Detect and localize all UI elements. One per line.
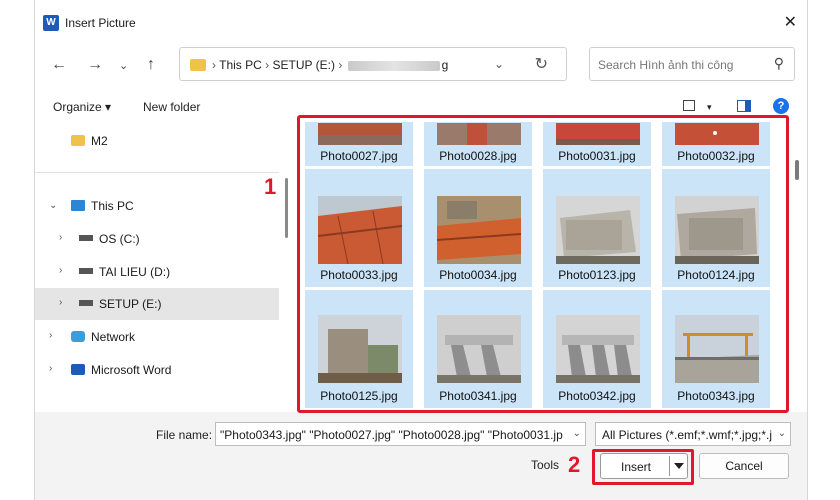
cancel-button[interactable]: Cancel xyxy=(699,453,789,479)
breadcrumb-tail: g xyxy=(441,58,449,72)
file-name-label: File name: xyxy=(156,428,213,442)
file-name-input[interactable]: "Photo0343.jpg" "Photo0027.jpg" "Photo00… xyxy=(215,422,586,446)
view-dropdown-icon[interactable]: ▾ xyxy=(707,102,712,113)
sidebar-item-tai-lieu-d[interactable]: › TAI LIEU (D:) xyxy=(35,256,279,288)
sidebar-item-microsoft-word[interactable]: › Microsoft Word xyxy=(35,354,279,386)
sidebar-item-label: Network xyxy=(91,330,136,344)
drive-icon xyxy=(79,235,93,241)
search-placeholder: Search Hình ảnh thi công xyxy=(598,58,734,72)
search-box[interactable]: Search Hình ảnh thi công ⚲ xyxy=(589,47,795,81)
word-icon xyxy=(71,364,85,375)
organize-button[interactable]: Organize ▾ xyxy=(53,100,111,114)
up-arrow-icon[interactable]: ↑ xyxy=(147,56,155,74)
forward-arrow-icon[interactable]: → xyxy=(87,56,103,74)
title-bar: W Insert Picture ✕ xyxy=(35,0,807,46)
sidebar-scrollbar[interactable] xyxy=(285,178,288,238)
grid-scrollbar[interactable] xyxy=(795,160,799,180)
sidebar-item-label: OS (C:) xyxy=(99,232,140,246)
blurred-folder-name xyxy=(347,60,440,71)
annotation-label-2: 2 xyxy=(568,452,581,477)
chevron-right-icon[interactable]: › xyxy=(59,265,62,276)
sidebar-item-label: TAI LIEU (D:) xyxy=(99,265,171,279)
address-dropdown-icon[interactable]: ⌄ xyxy=(494,57,504,71)
file-name-value: "Photo0343.jpg" "Photo0027.jpg" "Photo00… xyxy=(220,428,563,442)
annotation-box-1 xyxy=(297,115,789,413)
view-options-icon[interactable] xyxy=(683,100,695,111)
sidebar-item-label: This PC xyxy=(91,199,134,213)
refresh-icon[interactable]: ↻ xyxy=(535,54,548,74)
sidebar-item-os-c[interactable]: › OS (C:) xyxy=(35,223,279,255)
chevron-right-icon[interactable]: › xyxy=(49,330,52,341)
computer-icon xyxy=(71,200,85,211)
drive-icon xyxy=(79,268,93,274)
breadcrumb-setup[interactable]: SETUP (E:) xyxy=(273,58,335,72)
chevron-right-icon[interactable]: › xyxy=(59,297,62,308)
search-icon: ⚲ xyxy=(773,55,784,71)
back-arrow-icon[interactable]: ← xyxy=(51,56,67,74)
chevron-down-icon[interactable]: ⌄ xyxy=(572,428,581,439)
drive-icon xyxy=(79,300,93,306)
folder-icon xyxy=(71,135,85,146)
chevron-right-icon[interactable]: › xyxy=(49,363,52,374)
file-type-select[interactable]: All Pictures (*.emf;*.wmf;*.jpg;*.j ⌄ xyxy=(595,422,791,446)
word-icon: W xyxy=(43,15,59,31)
sidebar-item-label: M2 xyxy=(91,134,108,148)
sidebar-item-m2[interactable]: M2 xyxy=(35,125,279,157)
breadcrumb-this-pc[interactable]: This PC xyxy=(219,58,262,72)
annotation-label-1: 1 xyxy=(264,174,277,199)
tools-menu-button[interactable]: Tools xyxy=(531,458,559,472)
help-icon[interactable]: ? xyxy=(773,98,789,114)
sidebar-item-network[interactable]: › Network xyxy=(35,321,279,353)
window-title: Insert Picture xyxy=(65,16,136,30)
sidebar-item-label: SETUP (E:) xyxy=(99,297,162,311)
folder-icon xyxy=(190,59,206,71)
navigation-pane: M2 ⌄ This PC › OS (C:) › TAI LIEU (D:) ›… xyxy=(35,122,285,412)
chevron-right-icon[interactable]: › xyxy=(59,232,62,243)
sidebar-item-label: Microsoft Word xyxy=(91,363,172,377)
sidebar-item-this-pc[interactable]: ⌄ This PC xyxy=(35,190,279,222)
chevron-down-icon[interactable]: ⌄ xyxy=(777,428,786,439)
breadcrumb: › This PC › SETUP (E:) › g xyxy=(212,58,449,72)
sidebar-item-setup-e[interactable]: › SETUP (E:) xyxy=(35,288,279,320)
navigation-row: ← → ⌄ ↑ › This PC › SETUP (E:) › g ⌄ ↻ S… xyxy=(35,46,807,86)
address-bar[interactable]: › This PC › SETUP (E:) › g ⌄ ↻ xyxy=(179,47,567,81)
network-icon xyxy=(71,331,85,342)
preview-pane-icon[interactable] xyxy=(737,100,751,112)
close-icon[interactable]: ✕ xyxy=(784,12,797,32)
new-folder-button[interactable]: New folder xyxy=(143,100,200,114)
file-type-value: All Pictures (*.emf;*.wmf;*.jpg;*.j xyxy=(602,428,773,442)
chevron-down-icon[interactable]: ⌄ xyxy=(49,200,57,211)
annotation-box-2 xyxy=(592,449,694,485)
sidebar-divider xyxy=(35,172,279,173)
recent-locations-chevron-icon[interactable]: ⌄ xyxy=(119,59,128,72)
